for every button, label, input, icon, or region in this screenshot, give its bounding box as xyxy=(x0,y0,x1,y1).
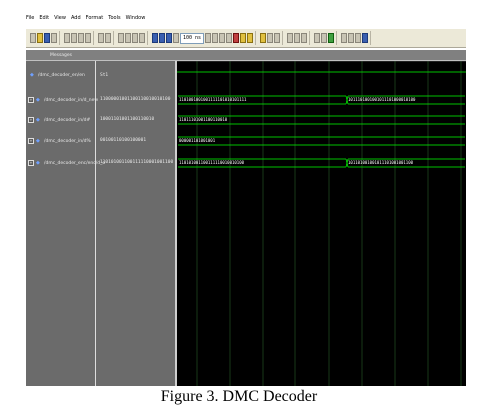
expand-plus-icon[interactable]: + xyxy=(28,160,34,166)
step-right-icon[interactable] xyxy=(166,33,172,43)
wave-window: Messages ◆ /dmc_decoder_en/en St1 + ◆ /d… xyxy=(26,50,466,386)
trace-icon[interactable] xyxy=(274,33,281,43)
dataflow-icon[interactable] xyxy=(260,33,267,43)
zoom-out-icon[interactable] xyxy=(348,33,355,43)
wave-compare-icon[interactable] xyxy=(328,33,335,43)
menu-add[interactable]: Add xyxy=(71,15,81,21)
run-all-icon[interactable] xyxy=(219,33,226,43)
signal-value: 110101001100111110001001100 xyxy=(100,160,174,165)
expand-plus-icon[interactable]: + xyxy=(28,97,34,103)
run-icon[interactable] xyxy=(205,33,212,43)
filter-icon[interactable] xyxy=(105,33,111,43)
step-over-icon[interactable] xyxy=(247,33,254,43)
prev-edge-icon[interactable] xyxy=(314,33,321,43)
toolbar-group-find xyxy=(96,31,114,45)
signal-icon: ◆ xyxy=(30,72,34,78)
zoom-cursor-icon[interactable] xyxy=(362,33,369,43)
compile-all-icon[interactable] xyxy=(125,33,131,43)
cut-icon[interactable] xyxy=(64,33,70,43)
signal-value: St1 xyxy=(100,73,109,78)
menu-file[interactable]: File xyxy=(26,15,34,21)
copy-icon[interactable] xyxy=(71,33,77,43)
signal-row-1-label[interactable]: + ◆ /dmc_decoder_in/d_new xyxy=(28,97,98,103)
toolbar-group-tools xyxy=(258,31,284,45)
bus-value-label: 1101001001001111101010101111 xyxy=(179,97,247,102)
signal-icon: ◆ xyxy=(36,116,40,123)
toolbar-group-zoom xyxy=(339,31,372,45)
insert-cursor-icon[interactable] xyxy=(301,33,308,43)
signal-row-3-label[interactable]: + ◆ /dmc_decoder_in/d% xyxy=(28,138,91,144)
signal-name: /dmc_decoder_enc/enc/d_o xyxy=(44,160,106,166)
restart-icon[interactable] xyxy=(173,33,179,43)
signal-name: /dmc_decoder_in/d% xyxy=(44,138,91,144)
toolbar-group-compile xyxy=(116,31,148,45)
signal-value: 10001101001100110010 xyxy=(100,117,155,122)
menu-bar: File Edit View Add Format Tools Window xyxy=(26,12,466,24)
save-icon[interactable] xyxy=(44,33,50,43)
figure-caption: Figure 3. DMC Decoder xyxy=(160,388,318,405)
bus-value-label: 101101001001011101001001100 xyxy=(348,160,414,165)
bus-value-label: 000001101001001 xyxy=(179,138,216,143)
bus-value-label: 110101001100111110010010100 xyxy=(179,160,245,165)
source-icon[interactable] xyxy=(267,33,274,43)
menu-edit[interactable]: Edit xyxy=(39,15,49,21)
toolbar: 100 ns xyxy=(26,28,466,48)
signal-row-2-label[interactable]: + ◆ /dmc_decoder_in/d# xyxy=(28,117,90,123)
step-up-icon[interactable] xyxy=(152,33,158,43)
select-cursor-icon[interactable] xyxy=(287,33,294,43)
signal-row-0-label[interactable]: ◆ /dmc_decoder_en/en xyxy=(30,72,85,79)
bus-value-label: 1011101001001011101000010100 xyxy=(348,97,416,102)
paste-icon[interactable] xyxy=(78,33,84,43)
zoom-full-icon[interactable] xyxy=(355,33,362,43)
signal-row-4-label[interactable]: + ◆ /dmc_decoder_enc/enc/d_o xyxy=(28,160,105,166)
signal-icon: ◆ xyxy=(36,159,40,166)
signal-value: 00100110100100001 xyxy=(100,138,147,143)
print-icon[interactable] xyxy=(51,33,57,43)
compile-icon[interactable] xyxy=(118,33,124,43)
menu-window[interactable]: Window xyxy=(126,15,146,21)
break-run-icon[interactable] xyxy=(233,33,240,43)
toolbar-group-wave xyxy=(312,31,338,45)
toolbar-group-run: 100 ns xyxy=(150,31,257,45)
bus-value-label: 11011101001100110010 xyxy=(179,117,228,122)
run-continue-icon[interactable] xyxy=(212,33,219,43)
step-left-icon[interactable] xyxy=(159,33,165,43)
signal-icon: ◆ xyxy=(36,137,40,144)
open-file-icon[interactable] xyxy=(37,33,43,43)
menu-tools[interactable]: Tools xyxy=(108,15,120,21)
signal-icon: ◆ xyxy=(36,96,40,103)
zoom-in-icon[interactable] xyxy=(341,33,348,43)
toolbar-group-cursor xyxy=(285,31,311,45)
next-edge-icon[interactable] xyxy=(321,33,328,43)
expand-plus-icon[interactable]: + xyxy=(28,117,34,123)
find-icon[interactable] xyxy=(98,33,104,43)
signal-name: /dmc_decoder_in/d# xyxy=(44,117,91,123)
step-into-icon[interactable] xyxy=(240,33,247,43)
undo-icon[interactable] xyxy=(85,33,91,43)
menu-view[interactable]: View xyxy=(54,15,66,21)
expand-plus-icon[interactable]: + xyxy=(28,138,34,144)
pane-header: Messages xyxy=(26,50,466,61)
messages-header: Messages xyxy=(49,53,73,58)
signal-name: /dmc_decoder_en/en xyxy=(38,73,85,78)
signal-value: 11000001001100110010010100 xyxy=(100,97,171,102)
stop-icon[interactable] xyxy=(226,33,233,43)
menu-format[interactable]: Format xyxy=(86,15,104,21)
simulate-icon[interactable] xyxy=(132,33,138,43)
signal-name: /dmc_decoder_in/d_new xyxy=(44,97,99,103)
break-icon[interactable] xyxy=(139,33,145,43)
toolbar-group-edit xyxy=(62,31,94,45)
toolbar-group-file xyxy=(28,31,60,45)
new-file-icon[interactable] xyxy=(30,33,36,43)
zoom-mode-icon[interactable] xyxy=(294,33,301,43)
run-length-field[interactable]: 100 ns xyxy=(180,32,205,44)
